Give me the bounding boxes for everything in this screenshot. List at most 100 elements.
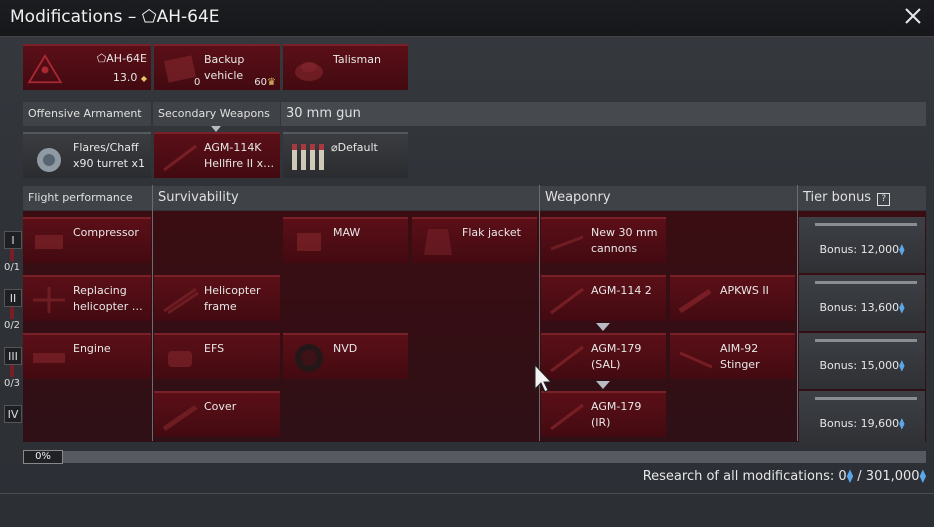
research-progress-bar	[23, 451, 926, 463]
default-belt-text: Default	[337, 141, 378, 154]
help-icon[interactable]: ?	[877, 193, 891, 206]
mod-efs[interactable]: EFS	[154, 333, 280, 379]
br-icon: ◆	[140, 74, 147, 83]
mod-compressor[interactable]: Compressor	[23, 217, 151, 263]
rocket-pod-icon	[678, 288, 712, 314]
mod-new-30mm-cannons[interactable]: New 30 mm cannons	[541, 217, 666, 263]
frame-icon	[163, 287, 199, 315]
talisman-icon	[295, 62, 323, 81]
footer-divider	[0, 493, 934, 494]
research-label: Research of all modifications:	[642, 469, 839, 484]
mod-agm-114[interactable]: AGM-114 2	[541, 275, 666, 321]
missile-icon	[550, 403, 584, 431]
bonus-value: Bonus: 13,600	[819, 301, 900, 314]
mod-engine[interactable]: Engine	[23, 333, 151, 379]
vehicle-card[interactable]: ⬠AH-64E 13.0 ◆	[23, 44, 151, 90]
backup-vehicle-card[interactable]: Backup vehicle 0 60♛	[154, 44, 280, 90]
default-belt-slot[interactable]: ⌀Default	[283, 132, 408, 178]
mod-label: Flak jacket	[462, 226, 521, 239]
flares-chaff-label: Flares/Chaff x90 turret x1	[73, 141, 145, 170]
rp-icon: ⧫	[899, 359, 905, 372]
title-bar: Modifications – ⬠AH-64E	[0, 0, 934, 37]
talisman-label: Talisman	[333, 53, 381, 66]
backup-price: 60♛	[254, 77, 276, 88]
research-separator: /	[853, 469, 866, 484]
mod-label: New 30 mm cannons	[591, 226, 658, 255]
battle-rating-value: 13.0	[112, 71, 138, 84]
sensor-icon	[297, 233, 321, 251]
vehicle-type-icon: ⬠	[96, 52, 107, 65]
mod-agm-179-sal[interactable]: AGM-179 (SAL)	[541, 333, 666, 379]
mod-label: AGM-179 (SAL)	[591, 342, 642, 371]
window-title: Modifications – ⬠AH-64E	[10, 7, 220, 27]
research-current: 0	[838, 469, 847, 484]
talisman-card[interactable]: Talisman	[283, 44, 408, 90]
flares-chaff-slot[interactable]: Flares/Chaff x90 turret x1	[23, 132, 151, 178]
column-divider	[797, 185, 798, 441]
section-weaponry: Weaponry	[540, 186, 797, 210]
mod-label: Replacing helicopter …	[73, 284, 143, 313]
mod-nvd[interactable]: NVD	[283, 333, 408, 379]
tier-connector	[10, 249, 14, 261]
tier-bonus-1: Bonus: 12,000⧫	[799, 217, 925, 273]
mod-aim-92[interactable]: AIM-92 Stinger	[670, 333, 795, 379]
mod-flak-jacket[interactable]: Flak jacket	[412, 217, 537, 263]
mod-maw[interactable]: MAW	[283, 217, 408, 263]
bonus-value: Bonus: 12,000	[819, 243, 900, 256]
research-total: 301,000	[865, 469, 920, 484]
hellfire-slot[interactable]: AGM-114K Hellfire II x…	[154, 132, 280, 178]
column-divider	[152, 185, 153, 441]
mod-label: AGM-114 2	[591, 284, 652, 297]
rp-icon: ⧫	[899, 301, 905, 314]
compressor-icon	[35, 235, 63, 249]
golden-eagle-icon: ♛	[267, 77, 276, 88]
bonus-value: Bonus: 19,600	[819, 417, 900, 430]
bonus-progress-bar	[815, 339, 917, 342]
engine-icon	[33, 353, 65, 363]
tab-offensive-armament[interactable]: Offensive Armament	[23, 102, 151, 126]
tier-progress-1: 0/1	[3, 262, 21, 273]
dependency-arrow-icon	[596, 323, 610, 331]
battle-rating: 13.0 ◆	[113, 71, 147, 84]
bonus-progress-bar	[815, 397, 917, 400]
missile-icon	[679, 351, 713, 369]
fire-suppression-icon	[168, 351, 192, 367]
rp-icon: ⧫	[899, 417, 905, 430]
section-flight-performance: Flight performance	[23, 186, 152, 210]
vehicle-type-icon: ⬠	[141, 7, 157, 27]
tab-secondary-weapons[interactable]: Secondary Weapons	[153, 102, 280, 126]
research-summary: Research of all modifications: 0 ⧫ / 301,…	[643, 469, 926, 484]
title-prefix: Modifications –	[10, 7, 142, 27]
ammo-belt-icon	[292, 144, 324, 170]
mod-label: AGM-179 (IR)	[591, 400, 642, 429]
modifications-window: Modifications – ⬠AH-64E ⬠AH-64E 13.0 ◆ B…	[0, 0, 934, 527]
tab-30mm-gun[interactable]: 30 mm gun	[281, 102, 926, 126]
rotor-icon	[33, 287, 65, 313]
mod-label: Cover	[204, 400, 237, 413]
mod-label: APKWS II	[720, 284, 769, 297]
tier-label-3: III	[4, 347, 22, 365]
mod-helicopter-frame[interactable]: Helicopter frame	[154, 275, 280, 321]
cover-icon	[162, 404, 198, 432]
missile-icon	[550, 345, 584, 373]
tier-bonus-3: Bonus: 15,000⧫	[799, 333, 925, 389]
mouse-cursor-icon	[534, 363, 553, 393]
bonus-progress-bar	[815, 281, 917, 284]
tier-progress-3: 0/3	[3, 378, 21, 389]
mod-label: MAW	[333, 226, 361, 239]
mod-apkws[interactable]: APKWS II	[670, 275, 795, 321]
mod-cover[interactable]: Cover	[154, 391, 280, 437]
tier-label-2: II	[4, 289, 22, 307]
close-icon[interactable]	[904, 7, 922, 25]
flare-turret-icon	[37, 148, 61, 172]
mod-replacing-rotor[interactable]: Replacing helicopter …	[23, 275, 151, 321]
mod-label: Engine	[73, 342, 111, 355]
default-check-icon: ⌀	[331, 141, 338, 154]
missile-icon	[550, 287, 584, 315]
research-progress-percent: 0%	[23, 450, 63, 464]
mod-agm-179-ir[interactable]: AGM-179 (IR)	[541, 391, 666, 437]
mod-label: Helicopter frame	[204, 284, 261, 313]
tier-bonus-label: Tier bonus	[803, 190, 872, 205]
backup-count: 0	[194, 77, 201, 88]
tier-label-1: I	[4, 231, 22, 249]
